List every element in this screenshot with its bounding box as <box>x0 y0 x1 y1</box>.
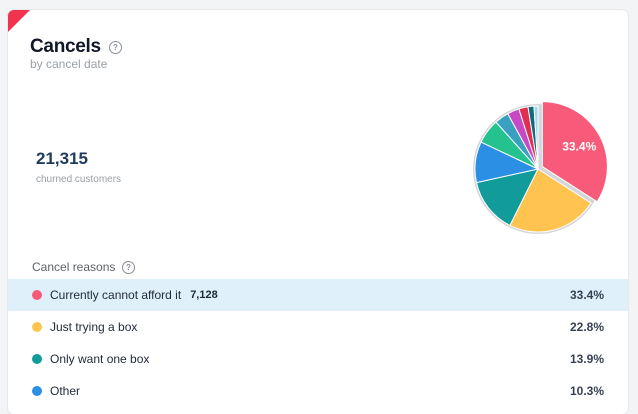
card-title: Cancels <box>30 36 101 57</box>
reason-label: Only want one box <box>50 352 150 366</box>
slice-percent-label: 33.4% <box>562 139 596 153</box>
reasons-list: Currently cannot afford it 7,128 33.4% J… <box>8 279 628 407</box>
churned-label: churned customers <box>36 174 122 185</box>
pie-chart: 33.4% <box>463 94 613 244</box>
cancels-card: Cancels ? by cancel date 21,315 churned … <box>8 10 628 414</box>
reason-row[interactable]: Only want one box 13.9% <box>8 343 628 375</box>
reason-label: Other <box>50 384 81 398</box>
reason-row[interactable]: Just trying a box 22.8% <box>8 311 628 343</box>
question-circle-icon[interactable]: ? <box>122 261 135 274</box>
reason-count: 7,128 <box>190 289 218 301</box>
card-subtitle: by cancel date <box>30 57 108 71</box>
reason-percent: 10.3% <box>569 384 604 398</box>
legend-dot <box>32 386 42 396</box>
reason-row[interactable]: Currently cannot afford it 7,128 33.4% <box>8 279 628 311</box>
legend-dot <box>32 354 42 364</box>
legend-dot <box>32 290 42 300</box>
reason-label: Just trying a box <box>50 320 138 334</box>
reason-row[interactable]: Other 10.3% <box>8 375 628 407</box>
corner-flag <box>8 10 30 32</box>
reason-percent: 13.9% <box>569 352 604 366</box>
reason-percent: 33.4% <box>569 288 604 302</box>
section-label: Cancel reasons <box>32 260 116 274</box>
question-circle-icon[interactable]: ? <box>109 41 122 54</box>
churned-count: 21,315 <box>36 149 88 168</box>
reason-percent: 22.8% <box>569 320 604 334</box>
legend-dot <box>32 322 42 332</box>
pie-svg: 33.4% <box>473 101 608 234</box>
reason-label: Currently cannot afford it <box>50 288 182 302</box>
